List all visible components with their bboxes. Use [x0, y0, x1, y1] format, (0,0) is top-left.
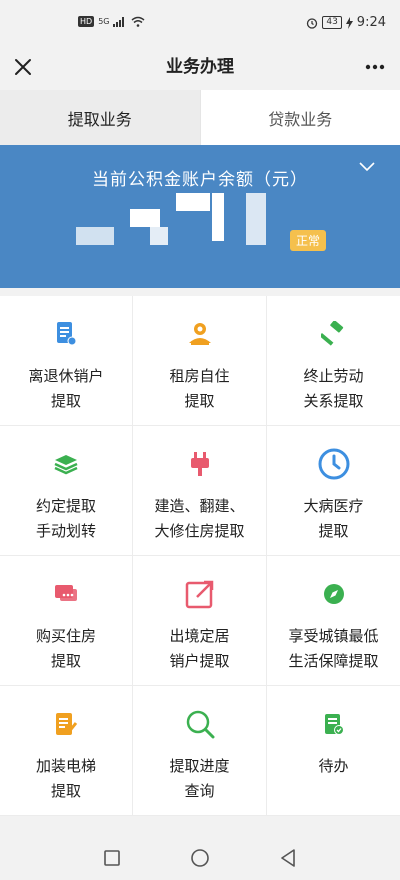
service-label: 提取进度 — [169, 757, 230, 775]
layers-icon — [50, 448, 82, 480]
service-build-renovate[interactable]: 建造、翻建、 大修住房提取 — [133, 426, 267, 556]
external-link-icon — [184, 578, 216, 610]
service-label: 建造、翻建、 — [154, 497, 245, 515]
edit-document-icon — [50, 708, 82, 740]
balance-label: 当前公积金账户余额（元） — [92, 170, 308, 190]
clock-time: 9:24 — [356, 15, 386, 30]
service-label: 离退休销户 — [28, 367, 104, 385]
service-sublabel: 提取 — [50, 652, 81, 670]
plug-icon — [184, 448, 216, 480]
service-label: 大病医疗 — [303, 497, 364, 515]
service-sublabel: 大修住房提取 — [154, 522, 245, 540]
page-title: 业务办理 — [166, 57, 234, 77]
signal-icon — [113, 16, 125, 27]
clock-icon — [318, 448, 350, 480]
service-label: 出境定居 — [169, 627, 230, 645]
chat-icon — [50, 578, 82, 610]
service-label: 享受城镇最低 — [288, 627, 379, 645]
home-button[interactable] — [188, 846, 212, 870]
service-sublabel: 生活保障提取 — [288, 652, 379, 670]
battery-level: 43 — [322, 16, 342, 29]
status-badge: 正常 — [290, 230, 327, 251]
service-sublabel: 销户提取 — [169, 652, 230, 670]
recents-button[interactable] — [100, 846, 124, 870]
masked-balance-amount — [0, 193, 400, 245]
service-rent-housing[interactable]: 租房自住 提取 — [133, 296, 267, 426]
service-sublabel: 提取 — [50, 782, 81, 800]
todo-document-icon — [318, 708, 350, 740]
service-elevator-install[interactable]: 加装电梯 提取 — [0, 686, 133, 816]
wifi-icon — [132, 16, 145, 27]
back-triangle-icon — [281, 849, 295, 867]
service-sublabel: 关系提取 — [303, 392, 364, 410]
system-nav-bar — [0, 836, 400, 880]
document-icon — [50, 318, 82, 350]
tab-loan[interactable]: 贷款业务 — [199, 90, 400, 145]
hd-badge: HD — [78, 16, 95, 27]
status-left: HD 5G — [78, 16, 145, 27]
service-label: 租房自住 — [169, 367, 230, 385]
search-icon — [184, 708, 216, 740]
service-agreed-withdrawal[interactable]: 约定提取 手动划转 — [0, 426, 133, 556]
status-badge-label: 正常 — [290, 230, 327, 251]
chevron-down-icon[interactable] — [358, 160, 376, 174]
charging-icon — [345, 16, 353, 29]
square-icon — [104, 850, 120, 866]
signal-label: 5G — [98, 17, 110, 26]
title-bar: 业务办理 — [0, 44, 400, 90]
service-sublabel: 查询 — [184, 782, 215, 800]
service-label: 购买住房 — [35, 627, 96, 645]
service-label: 约定提取 — [35, 497, 96, 515]
tab-withdrawal[interactable]: 提取业务 — [0, 90, 200, 145]
service-progress-query[interactable]: 提取进度 查询 — [133, 686, 267, 816]
service-grid: 离退休销户 提取 租房自住 提取 终止劳动 关系提取 约定提取 手动划转 建造、… — [0, 296, 400, 816]
service-label: 待办 — [318, 757, 349, 775]
alarm-icon — [307, 17, 318, 29]
service-sublabel: 提取 — [318, 522, 349, 540]
service-purchase-housing[interactable]: 购买住房 提取 — [0, 556, 133, 686]
close-button[interactable] — [6, 50, 40, 84]
service-label: 加装电梯 — [35, 757, 96, 775]
service-labor-termination[interactable]: 终止劳动 关系提取 — [267, 296, 400, 426]
service-retirement-closure[interactable]: 离退休销户 提取 — [0, 296, 133, 426]
compass-icon — [318, 578, 350, 610]
business-tabs: 提取业务 贷款业务 — [0, 90, 400, 145]
house-person-icon — [184, 318, 216, 350]
circle-icon — [191, 849, 209, 867]
status-right: 43 9:24 — [306, 15, 386, 30]
more-button[interactable] — [358, 50, 392, 84]
service-emigrate-closure[interactable]: 出境定居 销户提取 — [133, 556, 267, 686]
service-sublabel: 提取 — [50, 392, 81, 410]
service-todo[interactable]: 待办 — [267, 686, 400, 816]
service-sublabel: 提取 — [184, 392, 215, 410]
balance-card: 当前公积金账户余额（元） — [0, 145, 400, 288]
service-serious-illness[interactable]: 大病医疗 提取 — [267, 426, 400, 556]
close-icon — [15, 59, 31, 75]
more-icon — [365, 64, 385, 70]
service-label: 终止劳动 — [303, 367, 364, 385]
back-button[interactable] — [276, 846, 300, 870]
service-minimum-living[interactable]: 享受城镇最低 生活保障提取 — [267, 556, 400, 686]
hammer-icon — [318, 318, 350, 350]
service-sublabel: 手动划转 — [35, 522, 96, 540]
status-bar: HD 5G 43 9:24 — [0, 0, 400, 44]
